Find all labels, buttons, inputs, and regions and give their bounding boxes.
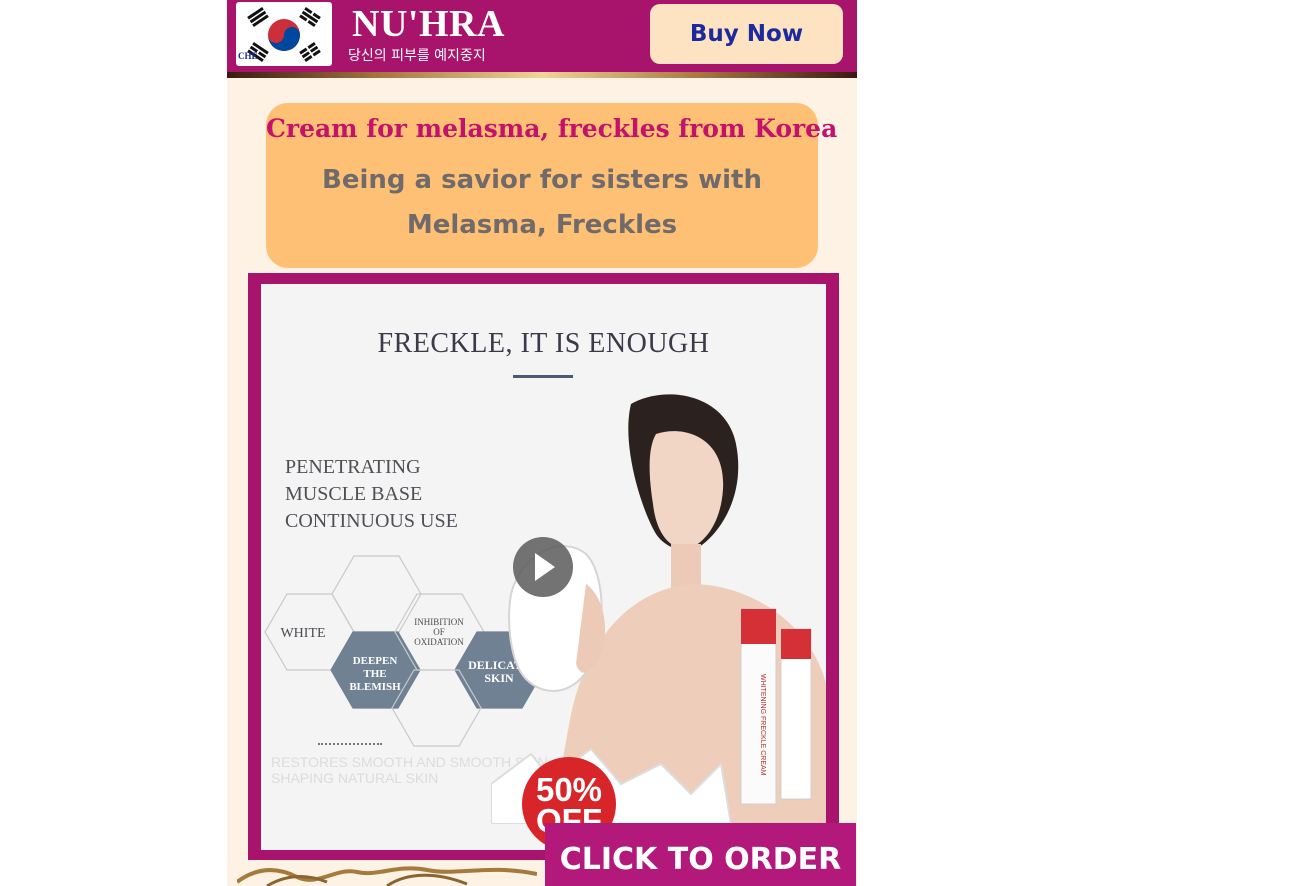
feature-item: PENETRATING [285,456,421,478]
headline-card: Cream for melasma, freckles from Korea B… [266,103,838,268]
brand-tagline: 당신의 피부를 예지중지 [348,48,486,64]
buy-now-button[interactable]: Buy Now [650,4,843,64]
dotted-divider [318,743,382,745]
hex-label-inhibition: INHIBITION [414,617,464,627]
feature-item: CONTINUOUS USE [285,510,458,532]
hex-label-the: THE [363,668,386,680]
header-bar: CHE NU'HRA 당신의 피부를 예지중지 Buy Now [227,0,857,72]
hex-label-blemish: BLEMISH [349,681,401,693]
click-to-order-button[interactable]: CLICK TO ORDER [545,823,856,886]
headline-title: Cream for melasma, freckles from Korea [266,114,838,143]
play-icon [535,553,555,581]
hex-label-oxidation: OXIDATION [414,637,464,647]
title-underline [513,375,573,378]
headline-subtitle: Being a savior for sisters with Melasma,… [266,158,818,248]
south-korea-flag-icon: CHE [236,2,332,66]
feature-item: MUSCLE BASE [285,483,423,505]
header-gold-border [227,72,857,78]
headline-subtitle-line-1: Being a savior for sisters with [322,165,762,195]
hex-label-white: WHITE [280,626,325,641]
play-button[interactable] [513,537,573,597]
brand-name: NU'HRA [352,3,505,45]
video-title: FRECKLE, IT IS ENOUGH [377,328,710,359]
hex-label-of: OF [433,627,445,637]
feature-list: PENETRATING MUSCLE BASE CONTINUOUS USE [285,454,458,535]
product-label: WHITENING FRECKLE CREAM [759,674,766,776]
ornament-flourish [237,866,537,886]
hex-label-deepen: DEEPEN [353,655,398,667]
headline-subtitle-line-2: Melasma, Freckles [406,210,678,240]
model-and-product-image: WHITENING FRECKLE CREAM [491,394,826,824]
landing-page: CHE NU'HRA 당신의 피부를 예지중지 Buy Now Cream fo… [227,0,857,886]
flag-tag: CHE [238,51,258,61]
